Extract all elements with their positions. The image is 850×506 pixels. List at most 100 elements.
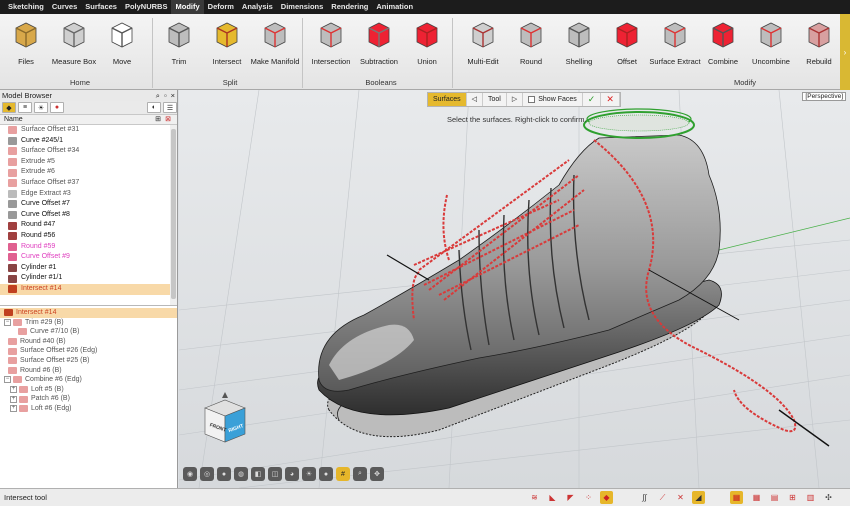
list-options-icon[interactable]: ☰ [163, 102, 177, 113]
menu-animation[interactable]: Animation [372, 0, 417, 14]
show-faces-toggle[interactable]: Show Faces [523, 93, 583, 106]
list-item[interactable]: Curve Offset #7 [0, 199, 177, 210]
lights-filter-icon[interactable]: ☀ [34, 102, 48, 113]
surface-snap-icon[interactable]: ◣ [546, 491, 559, 504]
list-item[interactable]: Curve Offset #9 [0, 252, 177, 263]
intersect-tool-button[interactable]: Intersect [201, 18, 253, 66]
tree-row[interactable]: + Loft #6 (Edg) [0, 404, 177, 414]
menu-sketching[interactable]: Sketching [4, 0, 48, 14]
isolines-icon[interactable]: ▥ [804, 491, 817, 504]
list-item[interactable]: Round #47 [0, 220, 177, 231]
trim-tool-button[interactable]: Trim [153, 18, 205, 66]
edge-snap-icon[interactable]: ◤ [564, 491, 577, 504]
construction-grid-icon[interactable]: ▤ [768, 491, 781, 504]
tree-row[interactable]: − Trim #29 (B) [0, 318, 177, 328]
surface-extract-tool-button[interactable]: Surface Extract [649, 18, 701, 66]
tree-row[interactable]: Surface Offset #26 (Edg) [0, 346, 177, 356]
view-cube[interactable]: FRONT RIGHT [201, 390, 249, 446]
magnet-icon[interactable]: ∫∫ [638, 491, 651, 504]
environment-icon[interactable]: ◕ [285, 467, 299, 481]
tree-row[interactable]: Curve #7/10 (B) [0, 327, 177, 337]
tree-row[interactable]: Round #6 (B) [0, 366, 177, 376]
expand-icon[interactable]: + [10, 395, 17, 403]
measure-icon[interactable]: ◫ [268, 467, 282, 481]
menu-dimensions[interactable]: Dimensions [277, 0, 328, 14]
expand-icon[interactable]: + [10, 386, 17, 394]
menu-polynurbs[interactable]: PolyNURBS [121, 0, 172, 14]
align-icon[interactable]: ⟋ [656, 491, 669, 504]
objects-filter-icon[interactable]: ◆ [2, 102, 16, 113]
expand-icon[interactable]: + [10, 405, 17, 413]
list-item[interactable]: Intersect #14 [0, 283, 177, 295]
menu-surfaces[interactable]: Surfaces [81, 0, 121, 14]
collapse-icon[interactable]: − [4, 376, 11, 384]
grid-snap-icon[interactable]: # [336, 467, 350, 481]
menu-modify[interactable]: Modify [171, 0, 204, 14]
list-item[interactable]: Surface Offset #31 [0, 125, 177, 136]
plane-snap-icon[interactable]: ◢ [692, 491, 705, 504]
tool-arrow-icon[interactable]: ▷ [507, 93, 524, 106]
grid-icon[interactable]: ▦ [730, 491, 743, 504]
projection-label[interactable]: [Perspective] [802, 92, 846, 101]
uncombine-tool-button[interactable]: Uncombine [745, 18, 797, 66]
shoe-model-scene[interactable] [179, 90, 850, 488]
collapse-icon[interactable]: − [4, 318, 11, 326]
filter-icon[interactable]: ⊞ [155, 115, 161, 125]
boolean-intersection-tool-button[interactable]: Intersection [305, 18, 357, 66]
list-item[interactable]: Surface Offset #37 [0, 178, 177, 189]
shelling-tool-button[interactable]: Shelling [553, 18, 605, 66]
tree-row[interactable]: − Combine #6 (Edg) [0, 375, 177, 385]
list-item[interactable]: Surface Offset #34 [0, 146, 177, 157]
point-snap-icon[interactable]: ⁘ [582, 491, 595, 504]
view-options-icon[interactable]: ◐ [147, 102, 161, 113]
rebuild-tool-button[interactable]: Rebuild [793, 18, 845, 66]
name-column-header[interactable]: Name ⊞ ⊠ [0, 115, 177, 125]
tree-row[interactable]: + Loft #5 (B) [0, 385, 177, 395]
3d-viewport[interactable]: Surfaces ◁ Tool ▷ Show Faces ✓ ✕ Select … [179, 90, 850, 488]
clear-filter-icon[interactable]: ⊠ [165, 115, 171, 125]
surfaces-arrow-icon[interactable]: ◁ [467, 93, 484, 106]
round-tool-button[interactable]: Round [505, 18, 557, 66]
crosshair-icon[interactable]: ✣ [822, 491, 835, 504]
render-mode-icon[interactable]: ● [217, 467, 231, 481]
list-item[interactable]: Edge Extract #3 [0, 189, 177, 200]
snap-grid-icon[interactable]: ⊞ [786, 491, 799, 504]
measure-box-tool-button[interactable]: Measure Box [48, 18, 100, 66]
list-scrollbar[interactable] [170, 125, 177, 305]
section-icon[interactable]: ◧ [251, 467, 265, 481]
surfaces-selector-button[interactable]: Surfaces [428, 93, 467, 106]
confirm-button[interactable]: ✓ [583, 93, 602, 106]
ribbon-scroll-right[interactable]: › [840, 14, 850, 90]
shaded-mode-icon[interactable]: ◉ [183, 467, 197, 481]
layers-filter-icon[interactable]: ≡ [18, 102, 32, 113]
wireframe-mode-icon[interactable]: ◎ [200, 467, 214, 481]
tree-row[interactable]: Surface Offset #25 (B) [0, 356, 177, 366]
list-item[interactable]: Curve Offset #8 [0, 210, 177, 221]
menu-analysis[interactable]: Analysis [238, 0, 277, 14]
tree-row[interactable]: Round #40 (B) [0, 337, 177, 347]
combine-tool-button[interactable]: Combine [697, 18, 749, 66]
tool-selector-button[interactable]: Tool [483, 93, 507, 106]
menu-deform[interactable]: Deform [204, 0, 238, 14]
pan-icon[interactable]: ✥ [370, 467, 384, 481]
restore-icon[interactable]: ▫ [164, 91, 167, 100]
list-item[interactable]: Extrude #6 [0, 167, 177, 178]
materials-filter-icon[interactable]: ● [50, 102, 64, 113]
show-faces-checkbox[interactable] [528, 96, 536, 103]
offset-tool-button[interactable]: Offset [601, 18, 653, 66]
curve-snap-icon[interactable]: ≋ [528, 491, 541, 504]
list-item[interactable]: Curve #245/1 [0, 136, 177, 147]
move-tool-button[interactable]: Move [96, 18, 148, 66]
boolean-union-tool-button[interactable]: Union [401, 18, 453, 66]
zoom-icon[interactable]: ⌕ [353, 467, 367, 481]
boolean-subtraction-tool-button[interactable]: Subtraction [353, 18, 405, 66]
display-options-icon[interactable]: ◍ [234, 467, 248, 481]
menu-curves[interactable]: Curves [48, 0, 81, 14]
search-icon[interactable]: ⌕ [156, 91, 160, 100]
grid-options-icon[interactable]: ▦ [750, 491, 763, 504]
tree-row[interactable]: + Patch #6 (B) [0, 394, 177, 404]
light-icon[interactable]: ☀ [302, 467, 316, 481]
files-tool-button[interactable]: Files [0, 18, 52, 66]
close-icon[interactable]: × [171, 91, 175, 100]
vertex-snap-icon[interactable]: ◆ [600, 491, 613, 504]
